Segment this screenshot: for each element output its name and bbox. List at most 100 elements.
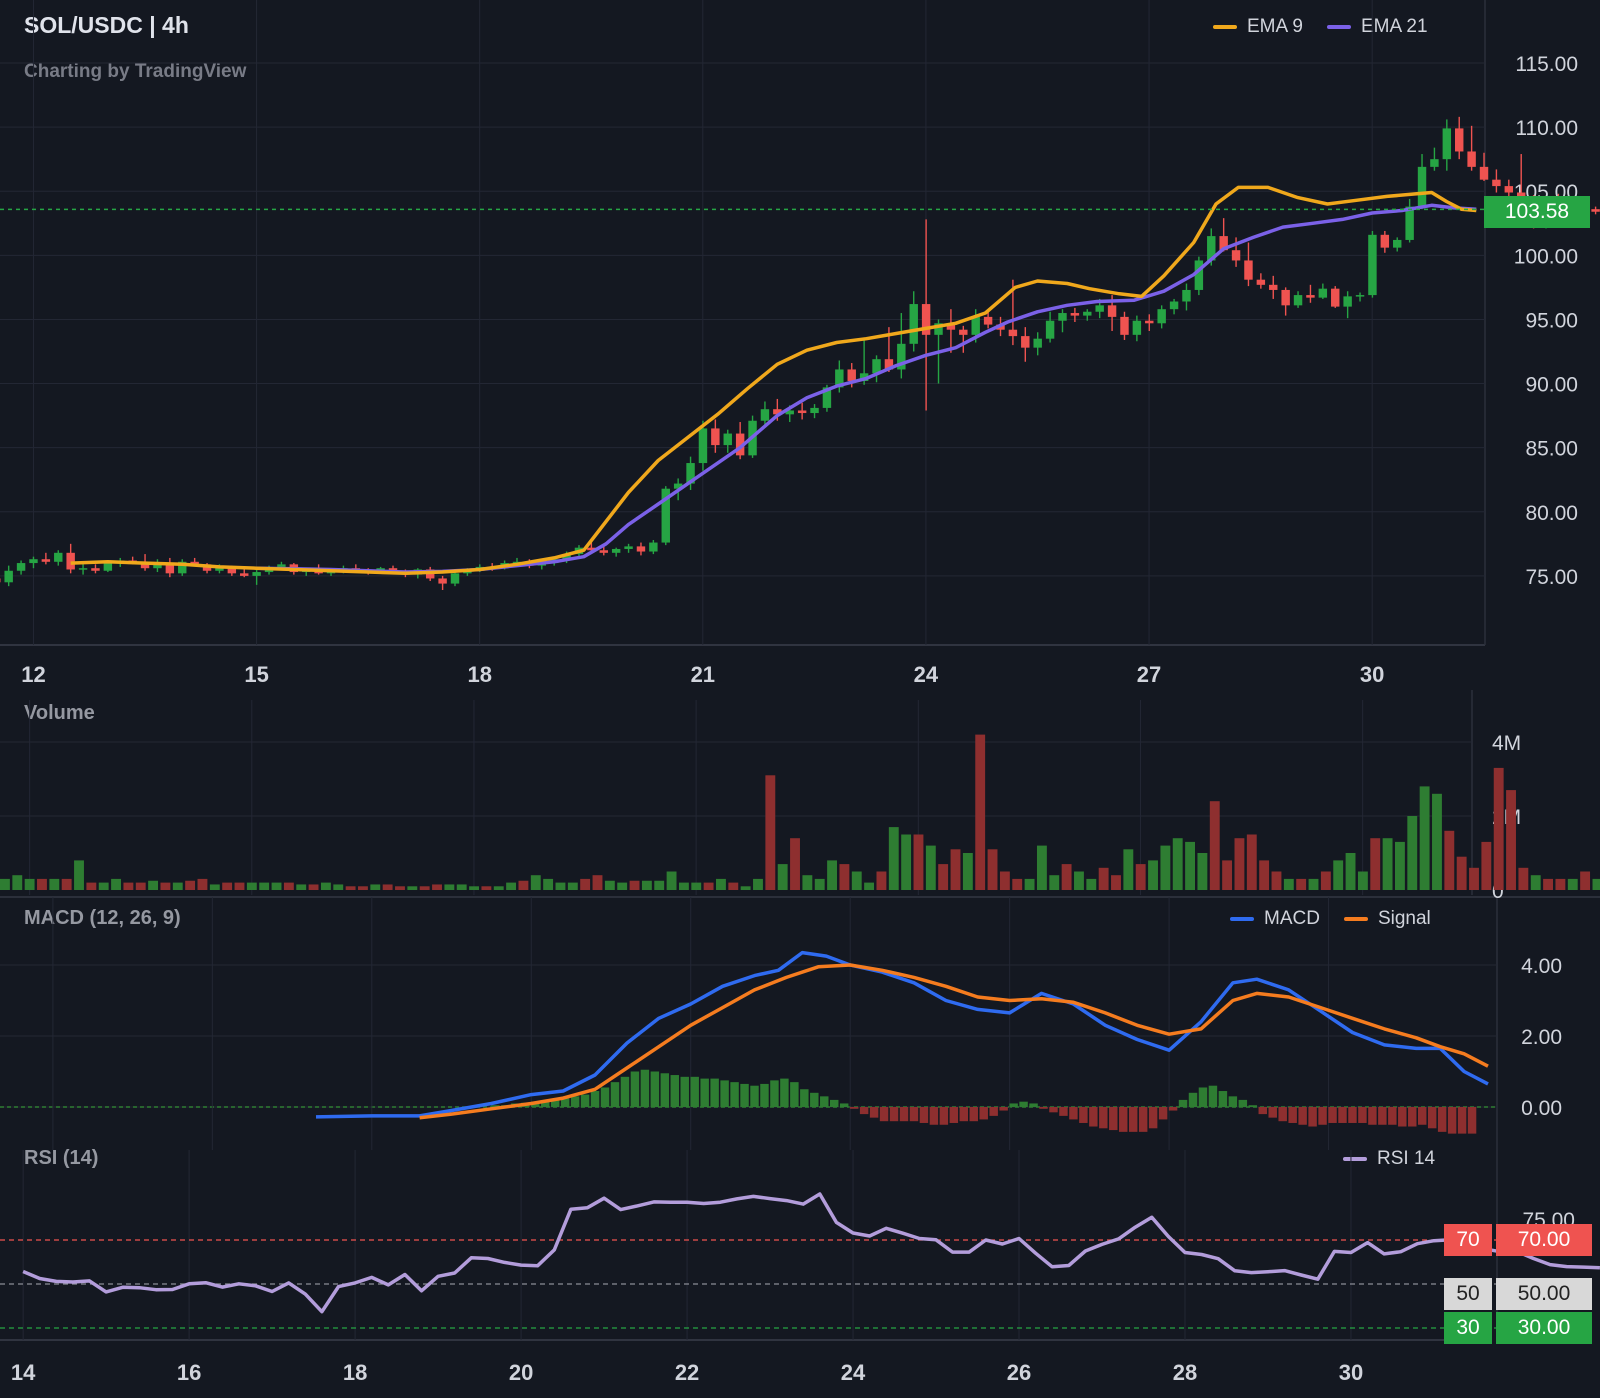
macd-histogram-bar [879, 1107, 889, 1122]
price-tick-label: 85.00 [1525, 438, 1578, 461]
volume-bar [851, 871, 862, 890]
candle [971, 316, 980, 335]
volume-bar [1382, 838, 1393, 890]
price-tick-label: 95.00 [1525, 309, 1578, 332]
macd-histogram-bar [1338, 1107, 1347, 1123]
macd-histogram-bar [1029, 1103, 1038, 1107]
macd-histogram-bar [1208, 1085, 1218, 1107]
candle [698, 428, 708, 464]
volume-bar [370, 884, 381, 890]
volume-bar [123, 882, 134, 890]
volume-bar [283, 882, 294, 890]
volume-bar [1061, 864, 1072, 890]
candle [1442, 128, 1452, 160]
volume-bar [802, 875, 813, 890]
rsi-date-tick-label: 28 [1173, 1360, 1197, 1385]
macd-histogram-bar [1408, 1107, 1417, 1127]
macd-histogram-bar [1258, 1107, 1268, 1115]
volume-bar [407, 886, 418, 890]
macd-histogram-bar [839, 1103, 849, 1107]
rsi-date-tick-label: 26 [1007, 1360, 1031, 1385]
candle [1492, 179, 1501, 187]
rsi-lower-axis-tag: 30.00 [1496, 1312, 1592, 1344]
candle [1269, 284, 1278, 290]
volume-bar [987, 849, 998, 890]
macd-histogram-bar [720, 1080, 729, 1107]
candle [1157, 309, 1166, 324]
macd-histogram-bar [730, 1082, 739, 1107]
price-tick-label: 80.00 [1525, 502, 1578, 525]
rsi-mid-level-tag: 50 [1444, 1278, 1492, 1310]
macd-histogram-bar [1358, 1107, 1367, 1123]
macd-histogram-bar [989, 1107, 998, 1116]
macd-histogram-bar [1059, 1107, 1068, 1116]
macd-histogram-bar [969, 1107, 978, 1122]
candle [1331, 288, 1340, 307]
macd-histogram-bar [640, 1069, 650, 1107]
candle [438, 578, 447, 584]
volume-bar [765, 775, 776, 890]
macd-histogram-bar [1417, 1107, 1427, 1125]
ema9-line [70, 185, 1477, 576]
volume-bar [246, 882, 257, 890]
rsi-date-tick-label: 22 [675, 1360, 699, 1385]
macd-histogram-bar [690, 1076, 699, 1107]
candle [711, 428, 720, 446]
volume-bar [444, 884, 455, 890]
macd-histogram-bar [1437, 1107, 1447, 1132]
volume-bar [1530, 875, 1541, 890]
macd-histogram-bar [1457, 1107, 1467, 1134]
volume-bar [1543, 878, 1554, 890]
volume-bar [1024, 878, 1035, 890]
macd-histogram-bar [740, 1083, 749, 1107]
volume-bar [185, 880, 196, 890]
volume-bar [1098, 867, 1109, 890]
candle [611, 548, 621, 553]
volume-bar [358, 886, 368, 890]
volume-bar [691, 882, 702, 890]
volume-bar [716, 878, 726, 890]
candle [1380, 234, 1390, 248]
macd-histogram-bar [1467, 1107, 1477, 1134]
macd-histogram-bar [1089, 1107, 1098, 1127]
macd-histogram-bar [820, 1096, 829, 1107]
volume-bar [1123, 849, 1134, 890]
volume-bar [98, 882, 109, 890]
volume-bar [320, 882, 331, 890]
macd-histogram-bar [660, 1073, 670, 1107]
price-tick-label: 100.00 [1514, 245, 1578, 268]
macd-histogram-bar [670, 1075, 680, 1107]
volume-bar [1308, 878, 1319, 890]
candle [1107, 305, 1117, 317]
candle [1368, 234, 1377, 296]
volume-bar [432, 884, 442, 890]
candle [1417, 166, 1427, 207]
chart-canvas[interactable]: 115.00110.00105.00100.0095.0090.0085.008… [0, 0, 1600, 1398]
last-price-label: 103.58 [1484, 196, 1590, 228]
macd-histogram-bar [1178, 1099, 1188, 1107]
candle [1479, 166, 1489, 180]
rsi-date-tick-label: 14 [11, 1360, 36, 1385]
volume-bar [839, 864, 850, 890]
candle [450, 573, 460, 584]
macd-histogram-bar [1447, 1107, 1457, 1134]
volume-bar [345, 886, 356, 890]
macd-histogram-bar [1298, 1107, 1307, 1125]
volume-bar [876, 871, 887, 890]
candle [1256, 279, 1266, 285]
volume-bar [1493, 767, 1504, 890]
macd-histogram-bar [1398, 1107, 1407, 1127]
candle [909, 304, 918, 344]
macd-histogram-bar [1128, 1107, 1138, 1132]
candle [1145, 320, 1154, 324]
macd-histogram-bar [1119, 1107, 1128, 1132]
macd-histogram-bar [1158, 1107, 1168, 1120]
macd-histogram-bar [1318, 1107, 1327, 1125]
candle [1355, 295, 1365, 297]
volume-bar [1567, 878, 1578, 890]
candle [1021, 336, 1030, 348]
volume-bar [703, 882, 714, 890]
macd-tick-label: 0.00 [1521, 1097, 1562, 1120]
volume-bar [999, 871, 1010, 890]
candle [1083, 311, 1092, 316]
